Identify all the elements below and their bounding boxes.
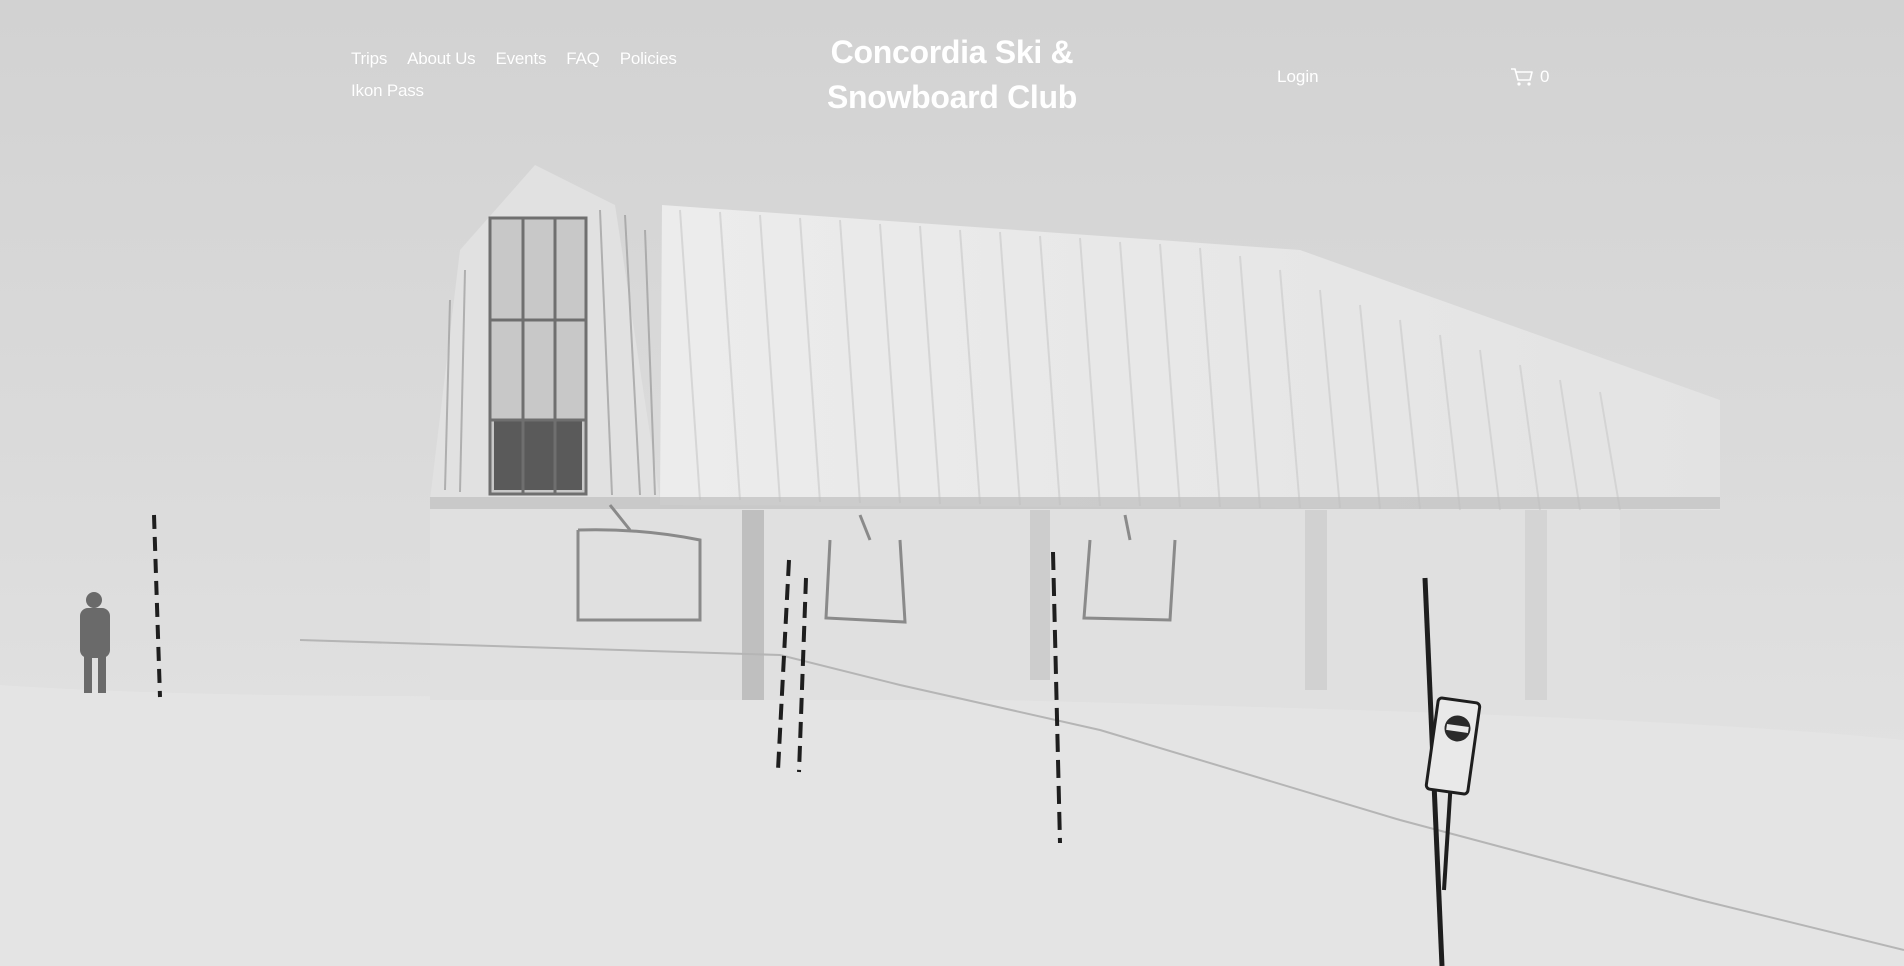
- hero-image: [0, 0, 1904, 966]
- hero-illustration: [0, 0, 1904, 966]
- nav-link-ikon-pass[interactable]: Ikon Pass: [351, 80, 424, 102]
- nav-link-faq[interactable]: FAQ: [566, 48, 600, 70]
- nav-link-policies[interactable]: Policies: [620, 48, 677, 70]
- cart-icon: [1510, 67, 1534, 87]
- nav-link-about-us[interactable]: About Us: [407, 48, 476, 70]
- main-nav: Trips About Us Events FAQ Policies Ikon …: [351, 48, 691, 102]
- login-link[interactable]: Login: [1277, 66, 1319, 88]
- site-title[interactable]: Concordia Ski & Snowboard Club: [780, 30, 1124, 120]
- cart-link[interactable]: 0: [1510, 66, 1549, 88]
- cart-count: 0: [1540, 67, 1550, 86]
- nav-link-trips[interactable]: Trips: [351, 48, 387, 70]
- nav-link-events[interactable]: Events: [495, 48, 546, 70]
- site-header: Trips About Us Events FAQ Policies Ikon …: [0, 0, 1904, 140]
